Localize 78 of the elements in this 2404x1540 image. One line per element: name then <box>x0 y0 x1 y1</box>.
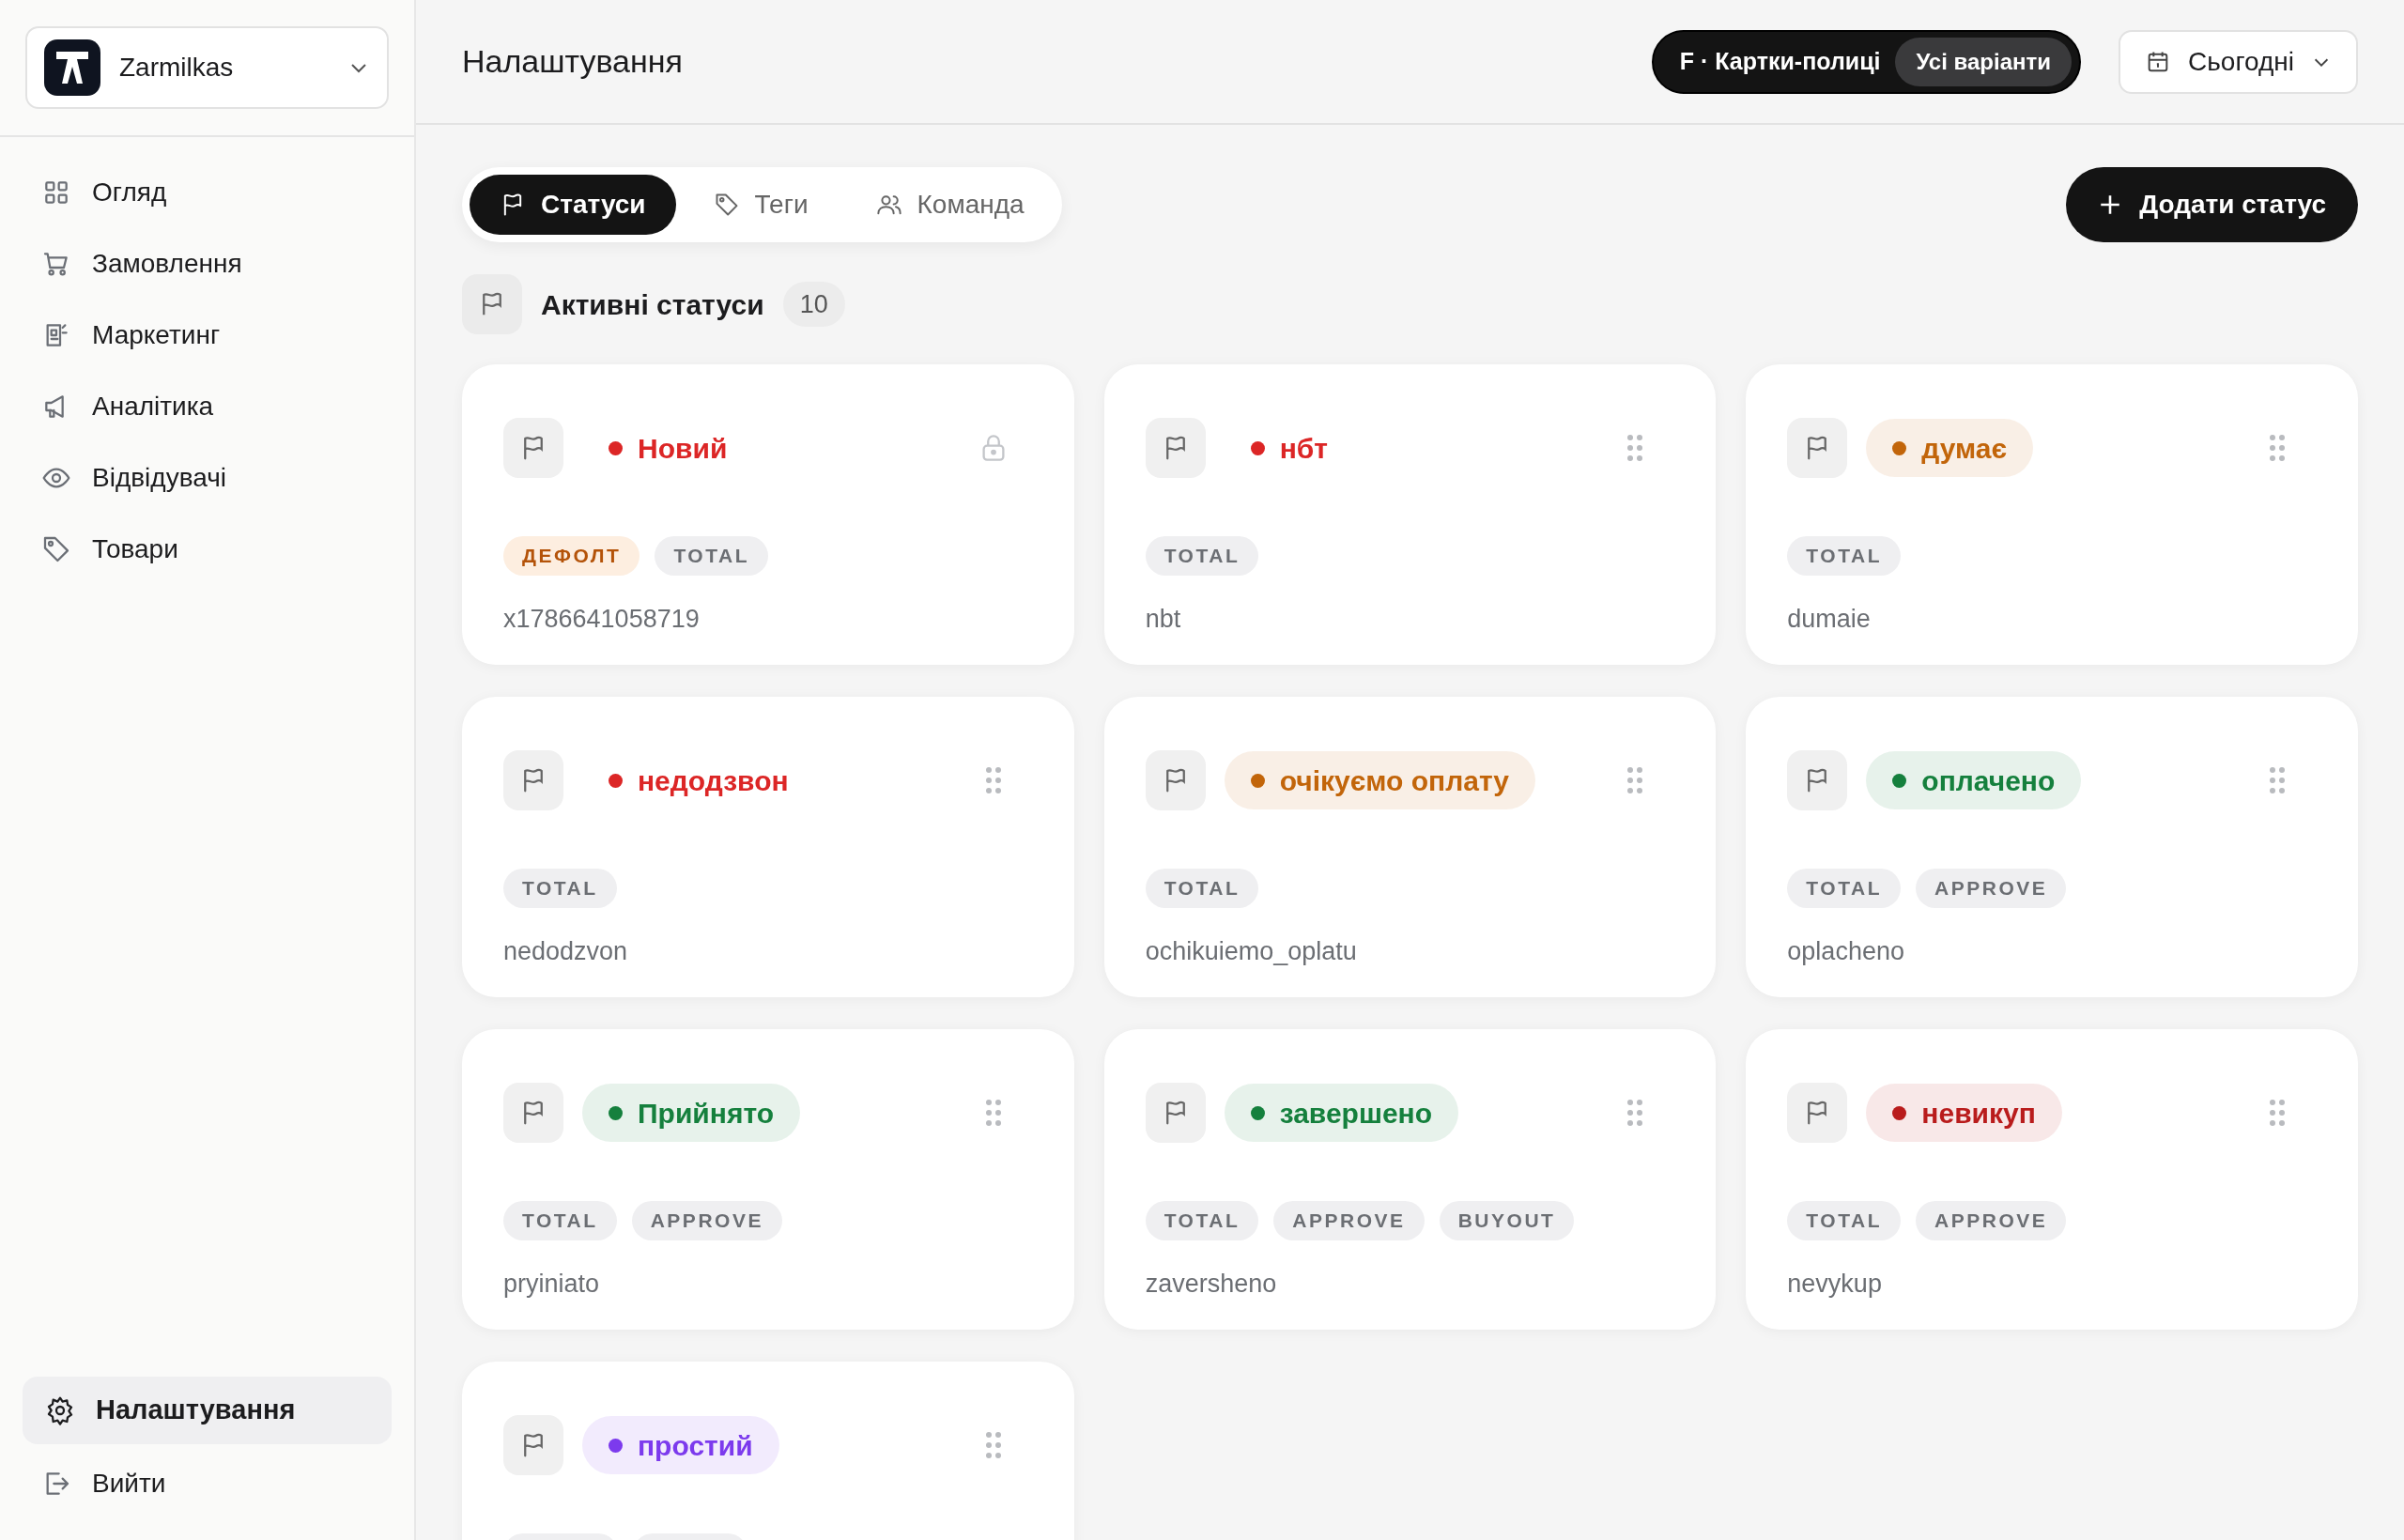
tag: TOTAL <box>503 869 617 908</box>
tag: ДЕФОЛТ <box>503 536 640 576</box>
status-label: недодзвон <box>582 751 815 809</box>
nav-item[interactable]: Маркетинг <box>23 303 392 367</box>
tab[interactable]: Теги <box>683 175 839 235</box>
nav-item[interactable]: Огляд <box>23 161 392 224</box>
tag: APPROVE <box>1273 1201 1425 1240</box>
nav-item[interactable]: Відвідувачі <box>23 446 392 510</box>
flag-icon <box>1787 1083 1848 1143</box>
status-code: ochikuiemo_oplatu <box>1145 936 1358 967</box>
flag-icon <box>1787 750 1848 810</box>
tag: APPROVE <box>1916 869 2067 908</box>
drag-handle-icon[interactable] <box>1627 767 1643 793</box>
tag: TOTAL <box>1145 536 1259 576</box>
nav-item[interactable]: Вийти <box>23 1452 392 1516</box>
flag-icon <box>503 1083 563 1143</box>
status-label: завершено <box>1224 1084 1459 1142</box>
flag-icon <box>1145 750 1206 810</box>
tag: TOTAL <box>1145 869 1259 908</box>
flag-icon <box>503 418 563 478</box>
add-status-button[interactable]: Додати статус <box>2066 167 2358 242</box>
drag-handle-icon[interactable] <box>1627 1100 1643 1126</box>
status-code: oplacheno <box>1787 936 1905 967</box>
drag-handle-icon[interactable] <box>2270 767 2285 793</box>
tab[interactable]: Команда <box>845 175 1055 235</box>
drag-handle-icon[interactable] <box>2270 435 2285 461</box>
tag: TOTAL <box>1145 1201 1259 1240</box>
status-label: очікуємо оплату <box>1224 751 1536 809</box>
status-label: нбт <box>1224 419 1354 477</box>
flag-icon <box>1145 418 1206 478</box>
status-label: думає <box>1866 419 2034 477</box>
nav-item[interactable]: Аналітика <box>23 375 392 439</box>
drag-handle-icon[interactable] <box>985 1100 1001 1126</box>
drag-handle-icon[interactable] <box>1627 435 1643 461</box>
tag: TOTAL <box>655 536 769 576</box>
drag-handle-icon[interactable] <box>985 767 1001 793</box>
nav-item[interactable]: Товари <box>23 517 392 581</box>
tag: TOTAL <box>1787 536 1901 576</box>
workspace-switcher[interactable]: Zarmilkas <box>25 26 389 109</box>
status-label: невикуп <box>1866 1084 2062 1142</box>
section-title: Активні статуси <box>541 287 764 322</box>
nav-item[interactable]: Налаштування <box>23 1377 392 1444</box>
flag-icon <box>503 1415 563 1475</box>
tag: APPROVE <box>631 1201 782 1240</box>
logo-icon <box>44 39 100 96</box>
status-label: Новий <box>582 419 754 477</box>
status-code: zaversheno <box>1145 1269 1278 1300</box>
tag: TOTAL <box>1787 869 1901 908</box>
status-label: простий <box>582 1416 779 1474</box>
tag: TOTAL <box>1787 1201 1901 1240</box>
status-label: Прийнято <box>582 1084 801 1142</box>
status-label: оплачено <box>1866 751 2082 809</box>
status-code: nevykup <box>1787 1269 1883 1300</box>
lock-icon <box>980 434 1006 462</box>
date-button[interactable]: Сьогодні <box>2119 29 2358 94</box>
drag-handle-icon[interactable] <box>985 1432 1001 1458</box>
flag-icon <box>1787 418 1848 478</box>
flag-icon <box>462 274 522 334</box>
flag-icon <box>503 750 563 810</box>
tab[interactable]: Статуси <box>470 175 676 235</box>
status-code: nedodzvon <box>503 936 629 967</box>
status-code: pryiniato <box>503 1269 601 1300</box>
tag: TOTAL <box>503 1201 617 1240</box>
status-code: x1786641058719 <box>503 604 701 635</box>
page-title: Налаштування <box>462 42 684 81</box>
workspace-name: Zarmilkas <box>119 52 235 84</box>
status-code: nbt <box>1145 604 1182 635</box>
count-badge: 10 <box>782 281 845 328</box>
flag-icon <box>1145 1083 1206 1143</box>
status-code: dumaie <box>1787 604 1872 635</box>
variant-label: F · Картки-полиці <box>1679 46 1881 76</box>
settings-icon <box>45 1395 75 1425</box>
tag-icon <box>41 534 71 564</box>
tag: BUYOUT <box>1439 1201 1575 1240</box>
nav-item[interactable]: Замовлення <box>23 232 392 296</box>
drag-handle-icon[interactable] <box>2270 1100 2285 1126</box>
all-variants-button[interactable]: Усі варіанти <box>1895 37 2073 86</box>
tag: APPROVE <box>1916 1201 2067 1240</box>
